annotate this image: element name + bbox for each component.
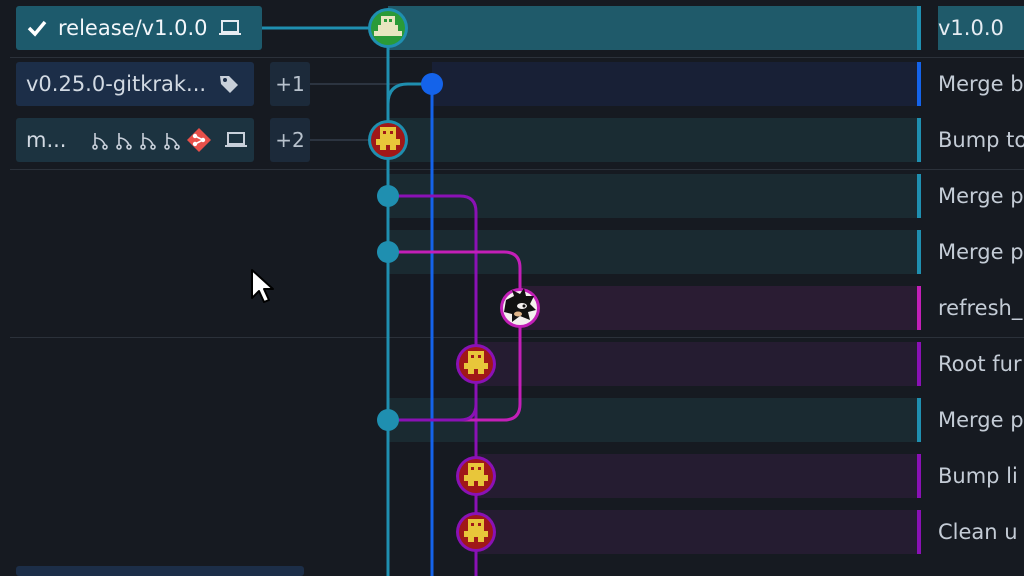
tag-ref-label: v0.25.0-gitkrak... <box>26 72 207 96</box>
laptop-icon <box>224 130 248 150</box>
branch-ref-release[interactable]: release/v1.0.0 <box>16 6 262 50</box>
commit-dot <box>421 73 443 95</box>
check-icon <box>26 17 48 39</box>
git-provider-icon <box>186 127 212 153</box>
tag-extra-count[interactable]: +1 <box>270 62 310 106</box>
branch-ref-partial[interactable] <box>16 566 304 576</box>
tag-icon <box>218 73 240 95</box>
red-avatar <box>368 120 408 160</box>
purple-avatar <box>456 512 496 552</box>
commit-dot <box>377 409 399 431</box>
green-avatar <box>368 8 408 48</box>
commit-dot <box>377 241 399 263</box>
branch-ref-label: release/v1.0.0 <box>58 16 208 40</box>
fork-icon <box>90 130 110 150</box>
sonic-avatar <box>500 288 540 328</box>
commit-dot <box>377 185 399 207</box>
branch-extra-count[interactable]: +2 <box>270 118 310 162</box>
branch-ref-label: m... <box>26 128 67 152</box>
fork-icon <box>114 130 134 150</box>
fork-icon <box>162 130 182 150</box>
branch-ref-m[interactable]: m... <box>16 118 254 162</box>
mouse-cursor-icon <box>251 269 274 303</box>
purple-avatar <box>456 456 496 496</box>
purple-avatar <box>456 344 496 384</box>
fork-icon <box>138 130 158 150</box>
laptop-icon <box>218 18 242 38</box>
tag-ref[interactable]: v0.25.0-gitkrak... <box>16 62 254 106</box>
